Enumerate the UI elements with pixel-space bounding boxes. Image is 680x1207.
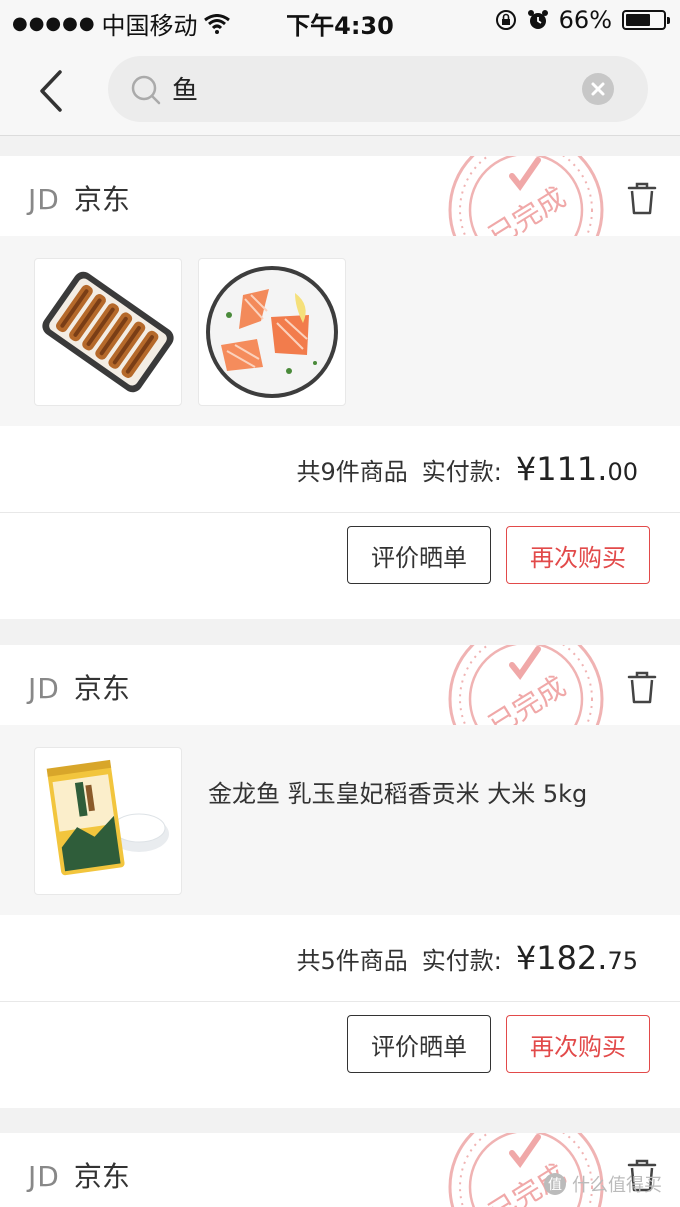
grilled-eel-image xyxy=(42,271,174,393)
order-card[interactable]: JD 京东 已完成 xyxy=(0,645,680,1108)
status-bar: ●●●●● 中国移动 下午4:30 66% xyxy=(0,0,680,44)
watermark-badge: 值 xyxy=(544,1173,566,1195)
price-main: ¥182. xyxy=(515,939,608,977)
review-button[interactable]: 评价晒单 xyxy=(347,526,491,584)
product-thumbnail-salmon[interactable] xyxy=(198,258,346,406)
order-card[interactable]: JD 京东 已完成 值 什么值得买 xyxy=(0,1133,680,1207)
paid-label: 实付款: xyxy=(421,947,502,975)
paid-label: 实付款: xyxy=(421,458,502,486)
search-input[interactable]: 鱼 xyxy=(108,56,648,122)
price-main: ¥111. xyxy=(515,450,608,488)
review-button[interactable]: 评价晒单 xyxy=(347,1015,491,1073)
order-total: ¥182.75 xyxy=(516,939,638,977)
search-header: 鱼 xyxy=(0,44,680,136)
status-right: 66% xyxy=(495,6,670,34)
product-thumbnail-rice[interactable] xyxy=(34,747,182,895)
battery-fill xyxy=(626,14,650,26)
product-title[interactable]: 金龙鱼 乳玉皇妃稻香贡米 大米 5kg xyxy=(208,777,628,811)
price-cents: 75 xyxy=(607,947,638,975)
search-icon xyxy=(131,75,161,105)
shop-header[interactable]: JD 京东 xyxy=(28,667,130,707)
rebuy-button[interactable]: 再次购买 xyxy=(506,1015,650,1073)
clear-search-button[interactable] xyxy=(582,73,614,105)
order-card[interactable]: JD 京东 已完成 xyxy=(0,156,680,619)
shop-header[interactable]: JD 京东 xyxy=(28,1155,130,1195)
close-icon xyxy=(591,82,605,96)
goods-strip[interactable] xyxy=(0,236,680,426)
jd-logo: JD xyxy=(28,1160,60,1193)
rotation-lock-icon xyxy=(495,10,516,30)
battery-icon xyxy=(622,10,670,30)
jd-logo: JD xyxy=(28,672,60,705)
watermark-text: 什么值得买 xyxy=(572,1175,662,1196)
shop-name: 京东 xyxy=(73,1160,130,1193)
search-query: 鱼 xyxy=(172,76,199,106)
watermark: 值 什么值得买 xyxy=(544,1171,662,1197)
trash-icon[interactable] xyxy=(622,667,662,707)
order-summary: 共5件商品 实付款: ¥182.75 xyxy=(296,939,638,977)
item-count: 共5件商品 xyxy=(296,947,408,975)
salmon-plate-image xyxy=(206,266,338,398)
divider xyxy=(0,512,680,513)
rice-bag-image xyxy=(46,759,169,876)
jd-logo: JD xyxy=(28,183,60,216)
price-cents: 00 xyxy=(607,458,638,486)
shop-name: 京东 xyxy=(73,672,130,705)
shop-header[interactable]: JD 京东 xyxy=(28,178,130,218)
battery-percent: 66% xyxy=(558,6,612,34)
back-arrow-icon[interactable] xyxy=(30,66,74,116)
order-summary: 共9件商品 实付款: ¥111.00 xyxy=(296,450,638,488)
alarm-icon xyxy=(527,10,548,29)
product-thumbnail-grilled-eel[interactable] xyxy=(34,258,182,406)
shop-name: 京东 xyxy=(73,183,130,216)
rebuy-button[interactable]: 再次购买 xyxy=(506,526,650,584)
order-total: ¥111.00 xyxy=(516,450,638,488)
item-count: 共9件商品 xyxy=(296,458,408,486)
divider xyxy=(0,1001,680,1002)
trash-icon[interactable] xyxy=(622,178,662,218)
goods-strip[interactable]: 金龙鱼 乳玉皇妃稻香贡米 大米 5kg xyxy=(0,725,680,915)
